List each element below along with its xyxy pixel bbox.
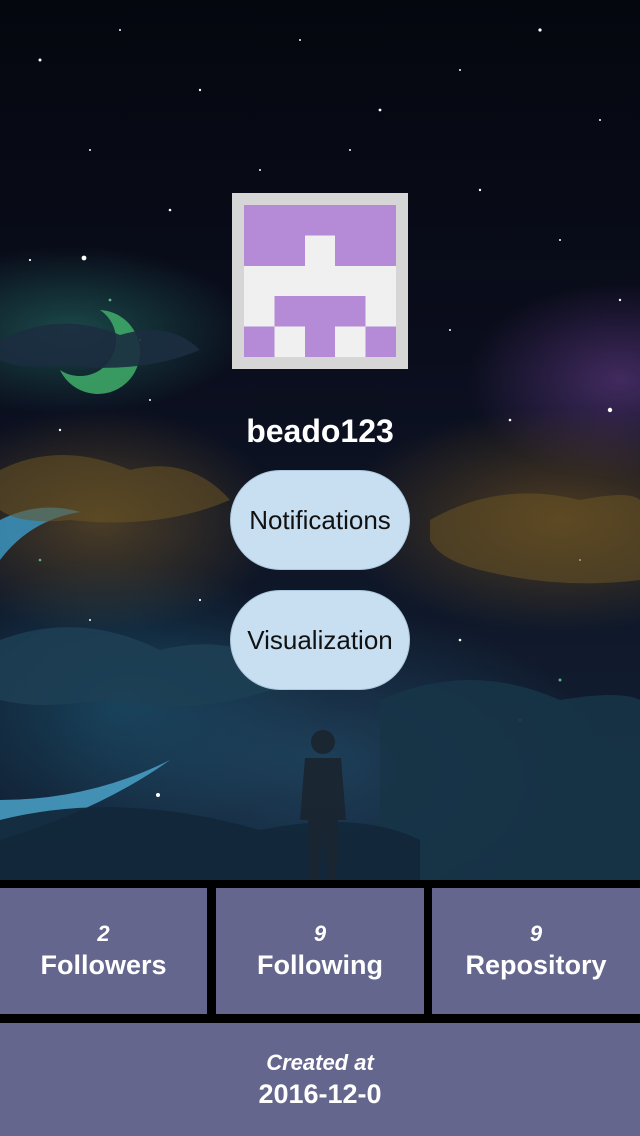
username: beado123	[246, 413, 394, 449]
following-label: Following	[257, 950, 383, 980]
followers-count: 2	[97, 921, 110, 946]
created-at-caption: Created at	[266, 1049, 374, 1075]
following-count: 9	[313, 921, 327, 946]
created-at-panel: Created at 2016-12-0	[0, 1023, 640, 1136]
visualization-button[interactable]: Visualization	[230, 590, 410, 690]
notifications-button[interactable]: Notifications	[230, 470, 410, 570]
repository-stat[interactable]: 9 Repository	[432, 888, 640, 1014]
created-at-date: 2016-12-0	[258, 1078, 382, 1109]
repository-label: Repository	[465, 950, 607, 980]
followers-stat[interactable]: 2 Followers	[0, 888, 207, 1014]
following-stat[interactable]: 9 Following	[216, 888, 424, 1014]
repository-count: 9	[529, 921, 543, 946]
avatar[interactable]	[232, 193, 408, 369]
followers-label: Followers	[40, 950, 167, 980]
identicon-avatar-icon	[244, 205, 396, 357]
stats-panel: 2 Followers 9 Following 9 Repository Cre…	[0, 880, 640, 1136]
